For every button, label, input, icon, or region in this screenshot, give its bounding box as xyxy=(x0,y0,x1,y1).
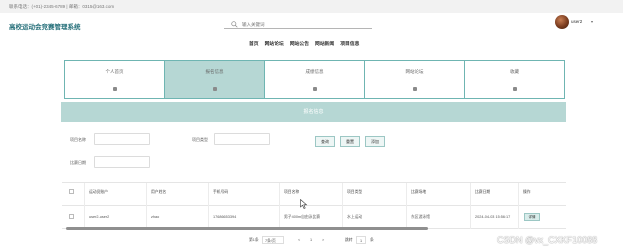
column-header: 手机号码 xyxy=(208,183,270,206)
nav-projects[interactable]: 项目信息 xyxy=(340,40,359,47)
site-title[interactable]: 高校运动会竞赛管理系统 xyxy=(9,21,81,31)
card-label: 网站论坛 xyxy=(405,69,424,74)
watermark: CSDN @vx_CXKF10088 xyxy=(497,235,598,245)
card-personal-home[interactable]: 个人首页 xyxy=(65,61,165,98)
project-name-input[interactable] xyxy=(94,133,150,145)
table-header-row: 运动员账户 用户姓名 手机号码 项目名称 项目类型 比赛场地 比赛日期 操作 xyxy=(62,183,566,206)
cell-date: 2024-04-03 15:56:17 xyxy=(470,206,518,229)
chevron-down-icon[interactable]: ▾ xyxy=(591,19,593,24)
match-date-input[interactable] xyxy=(94,156,150,168)
pager-total: 条 xyxy=(370,238,374,242)
card-icon xyxy=(412,87,417,91)
card-icon xyxy=(312,87,317,91)
project-type-input[interactable] xyxy=(214,133,270,145)
column-header: 比赛日期 xyxy=(470,183,518,206)
table-row[interactable]: user2-user2 zhao 17686653394 男子400m自由泳比赛… xyxy=(62,206,566,229)
cell-phone: 17686653394 xyxy=(208,206,270,229)
column-header: 比赛场地 xyxy=(406,183,468,206)
card-icon xyxy=(212,87,217,91)
cell-action: 详情 xyxy=(518,206,566,229)
cell-account: user2-user2 xyxy=(84,206,146,229)
detail-button[interactable]: 详情 xyxy=(524,213,540,221)
next-page-button[interactable]: > xyxy=(322,236,324,244)
add-button[interactable]: 添加 xyxy=(365,136,385,147)
select-all-checkbox[interactable] xyxy=(69,189,74,194)
section-title: 报名信息 xyxy=(61,102,566,122)
card-icon xyxy=(112,87,117,91)
cell-type: 水上运动 xyxy=(342,206,404,229)
card-label: 报名信息 xyxy=(205,69,224,74)
page: 联系电话：(+01)-2345-6789 | 邮箱：0315@163.com 高… xyxy=(0,0,623,251)
search-bar xyxy=(224,20,372,29)
card-forum[interactable]: 网站论坛 xyxy=(365,61,465,98)
card-favorites[interactable]: 收藏 xyxy=(465,61,564,98)
nav-forum[interactable]: 网站论坛 xyxy=(265,40,284,47)
column-header: 项目类型 xyxy=(342,183,404,206)
cell-project: 男子400m自由泳比赛 xyxy=(279,206,341,229)
cell-name: zhao xyxy=(146,206,208,229)
cell-venue: 东区游泳馆 xyxy=(406,206,468,229)
per-page-value: 7条/页 xyxy=(265,239,276,243)
goto-label: 跳转 xyxy=(345,238,353,242)
project-type-label: 项目类型 xyxy=(192,137,208,142)
pager-first: 第1条 xyxy=(249,238,259,242)
horizontal-scrollbar[interactable] xyxy=(66,227,428,230)
match-date-label: 比赛日期 xyxy=(70,160,86,165)
per-page-select[interactable]: 7条/页 xyxy=(262,236,284,244)
contact-bar: 联系电话：(+01)-2345-6789 | 邮箱：0315@163.com xyxy=(0,0,623,13)
reset-button[interactable]: 重置 xyxy=(340,136,360,147)
column-header: 运动员账户 xyxy=(84,183,146,206)
goto-page-value: 1 xyxy=(360,239,363,243)
main-nav: 首页 网站论坛 网站公告 网站新闻 项目信息 xyxy=(249,40,359,47)
column-header: 操作 xyxy=(518,183,566,206)
registration-table: 运动员账户 用户姓名 手机号码 项目名称 项目类型 比赛场地 比赛日期 操作 u… xyxy=(62,182,566,229)
goto-page-input[interactable]: 1 xyxy=(356,236,366,244)
column-header: 项目名称 xyxy=(279,183,341,206)
mouse-cursor-icon xyxy=(300,199,308,209)
row-checkbox[interactable] xyxy=(69,214,74,219)
nav-home[interactable]: 首页 xyxy=(249,40,259,47)
current-page[interactable]: 1 xyxy=(310,236,312,244)
project-name-label: 项目名称 xyxy=(70,137,86,142)
avatar[interactable] xyxy=(555,15,569,29)
card-results[interactable]: 成绩信息 xyxy=(265,61,365,98)
search-input[interactable] xyxy=(242,20,362,28)
user-name[interactable]: user2 xyxy=(571,19,582,24)
column-header: 用户姓名 xyxy=(146,183,208,206)
query-button[interactable]: 查询 xyxy=(315,136,335,147)
prev-page-button[interactable]: < xyxy=(298,236,300,244)
card-label: 个人首页 xyxy=(105,69,124,74)
nav-announcement[interactable]: 网站公告 xyxy=(290,40,309,47)
nav-news[interactable]: 网站新闻 xyxy=(315,40,334,47)
card-label: 收藏 xyxy=(510,69,519,74)
card-label: 成绩信息 xyxy=(305,69,324,74)
center-menu-cards: 个人首页 报名信息 成绩信息 网站论坛 收藏 xyxy=(64,60,565,99)
card-icon xyxy=(512,87,517,91)
card-registration[interactable]: 报名信息 xyxy=(165,61,265,98)
search-icon[interactable] xyxy=(231,21,238,28)
